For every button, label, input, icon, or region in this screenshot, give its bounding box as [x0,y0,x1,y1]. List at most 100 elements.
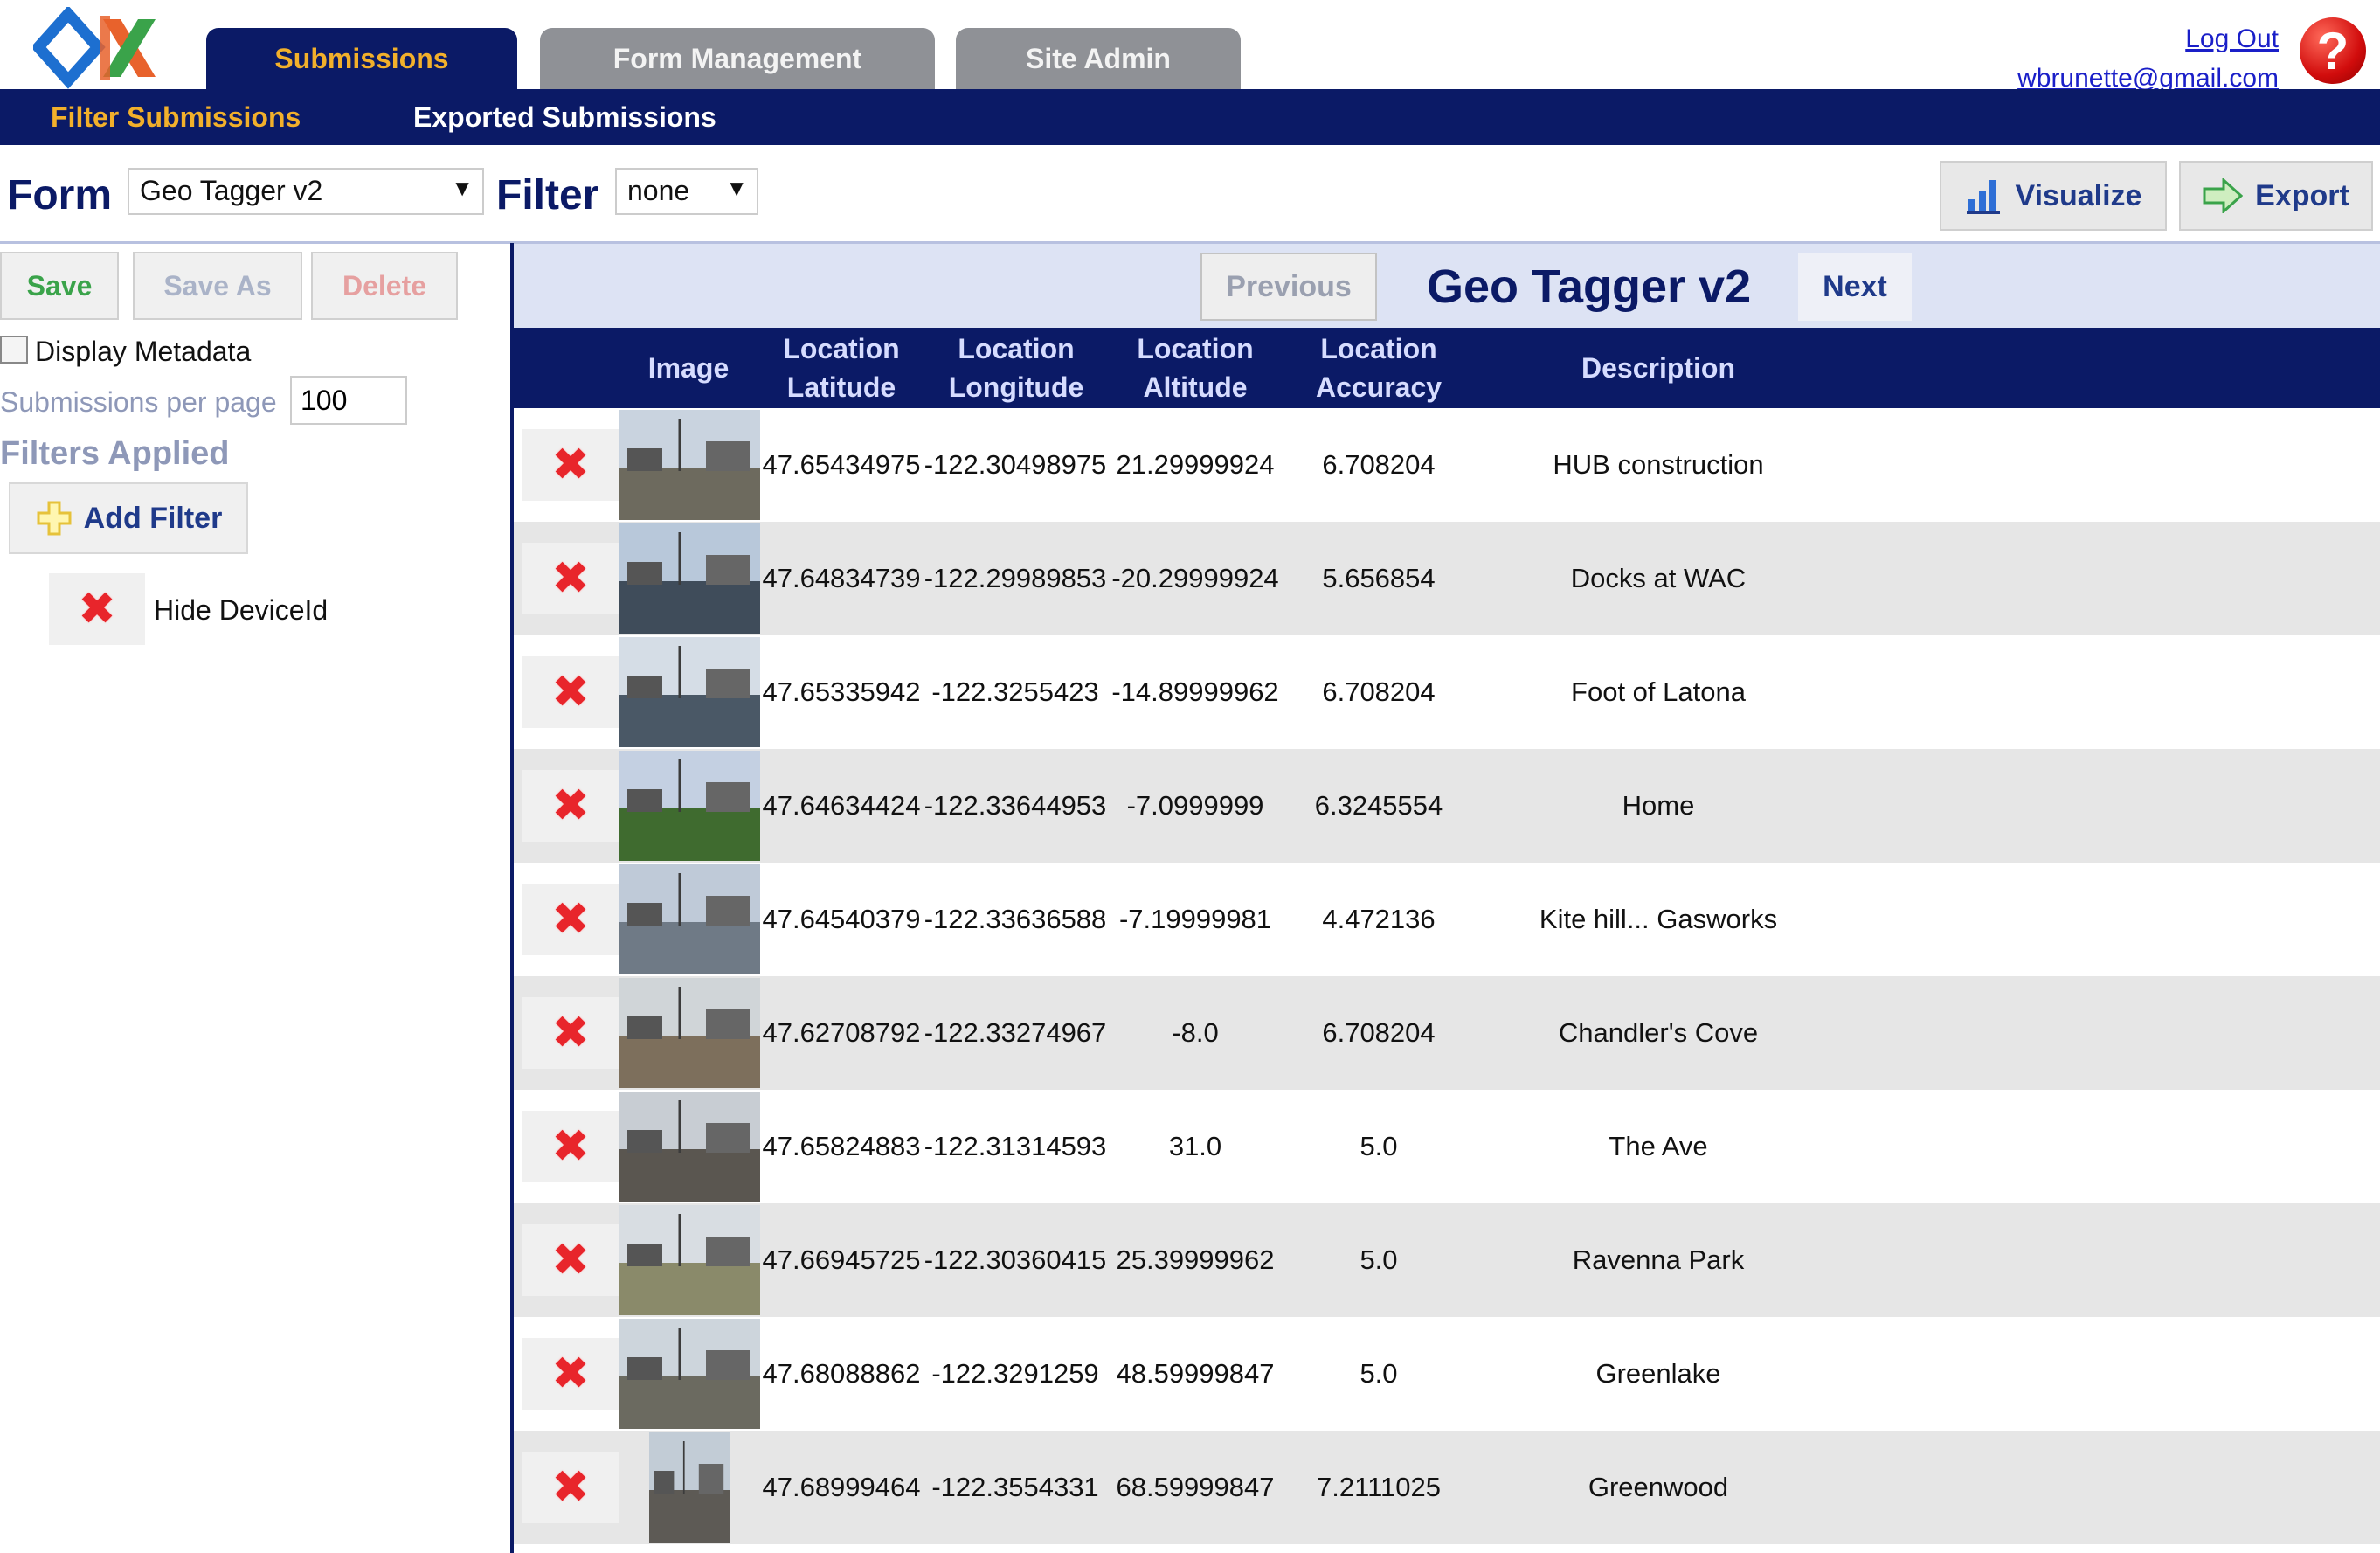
photo-thumbnail[interactable] [619,1205,760,1315]
cell-altitude: 48.59999847 [1116,1358,1275,1389]
red-x-icon: ✖ [551,1121,590,1172]
save-button[interactable]: Save [0,252,119,320]
page-title: Geo Tagger v2 [1427,260,1752,313]
red-x-icon: ✖ [551,553,590,604]
cell-accuracy: 7.2111025 [1317,1472,1441,1502]
table-row: ✖ 47.65824883 -122.31314593 31.0 5.0 The Ave [514,1090,2380,1203]
cell-accuracy: 4.472136 [1322,904,1436,934]
add-filter-button[interactable]: Add Filter [9,482,248,554]
cell-longitude: -122.33644953 [924,790,1107,821]
delete-row-button[interactable]: ✖ [522,884,619,955]
plus-icon [37,501,72,536]
delete-row-button[interactable]: ✖ [522,1452,619,1523]
photo-thumbnail[interactable] [619,1319,760,1429]
delete-row-button[interactable]: ✖ [522,1338,619,1410]
cell-longitude: -122.30360415 [924,1244,1107,1275]
arrow-right-icon [2203,178,2244,213]
sub-navigation: Filter Submissions Exported Submissions [0,89,2380,145]
table-row: ✖ 47.65335942 -122.3255423 -14.89999962 6.70… [514,635,2380,749]
table-row: ✖ 47.68088862 -122.3291259 48.59999847 5.0 Gr… [514,1317,2380,1431]
cell-accuracy: 5.0 [1360,1358,1398,1389]
table-row: ✖ 47.64634424 -122.33644953 -7.0999999 6.324… [514,749,2380,863]
photo-thumbnail[interactable] [619,864,760,974]
cell-description: Home [1622,790,1695,821]
cell-latitude: 47.68088862 [762,1358,921,1389]
photo-thumbnail[interactable] [619,523,760,634]
submissions-title-bar: Previous Geo Tagger v2 Next [514,244,2380,328]
tab-submissions[interactable]: Submissions [206,28,517,89]
cell-latitude: 47.64834739 [762,563,921,593]
table-row: ✖ 47.68999464 -122.3554331 68.59999847 7.211… [514,1431,2380,1544]
photo-thumbnail[interactable] [619,751,760,861]
column-header-altitude: Location Altitude [1137,333,1254,403]
photo-thumbnail[interactable] [649,1432,730,1543]
cell-altitude: -20.29999924 [1111,563,1279,593]
cell-description: Greenwood [1588,1472,1729,1502]
dropdown-arrow-icon: ▼ [725,175,748,201]
cell-altitude: 21.29999924 [1116,449,1275,480]
cell-description: Greenlake [1595,1358,1721,1389]
display-metadata-checkbox[interactable] [0,336,28,364]
form-select[interactable]: Geo Tagger v2 ▼ [128,168,484,215]
save-as-button[interactable]: Save As [133,252,302,320]
per-page-input[interactable] [290,376,407,425]
delete-row-button[interactable]: ✖ [522,543,619,614]
cell-latitude: 47.65434975 [762,449,921,480]
delete-row-button[interactable]: ✖ [522,656,619,728]
cell-longitude: -122.30498975 [924,449,1107,480]
tab-site-admin[interactable]: Site Admin [956,28,1241,89]
cell-altitude: -14.89999962 [1111,676,1279,707]
cell-description: Docks at WAC [1570,563,1747,593]
delete-row-button[interactable]: ✖ [522,1111,619,1182]
table-row: ✖ 47.66945725 -122.30360415 25.39999962 5.0 R… [514,1203,2380,1317]
cell-accuracy: 5.656854 [1322,563,1436,593]
cell-latitude: 47.66945725 [762,1244,921,1275]
column-header-longitude: Location Longitude [948,333,1084,403]
delete-row-button[interactable]: ✖ [522,1224,619,1296]
red-x-icon: ✖ [551,440,590,490]
previous-button[interactable]: Previous [1200,253,1377,321]
photo-thumbnail[interactable] [619,1092,760,1202]
photo-thumbnail[interactable] [619,978,760,1088]
delete-row-button[interactable]: ✖ [522,997,619,1069]
photo-thumbnail[interactable] [619,410,760,520]
cell-altitude: 68.59999847 [1116,1472,1275,1502]
table-row: ✖ 47.62708792 -122.33274967 -8.0 6.708204 Cha… [514,976,2380,1090]
filter-select[interactable]: none ▼ [615,168,758,215]
delete-button[interactable]: Delete [311,252,458,320]
cell-accuracy: 6.3245554 [1314,790,1443,821]
subnav-filter-submissions[interactable]: Filter Submissions [51,101,301,134]
cell-latitude: 47.68999464 [762,1472,921,1502]
photo-thumbnail[interactable] [619,637,760,747]
cell-description: Kite hill... Gasworks [1539,904,1778,934]
cell-latitude: 47.62708792 [762,1017,921,1048]
table-row: ✖ 47.64834739 -122.29989853 -20.29999924 5.6… [514,522,2380,635]
table-row: ✖ 47.64540379 -122.33636588 -7.19999981 4.47… [514,863,2380,976]
table-header: Image Location Latitude Location Longitu… [514,328,2380,408]
cell-accuracy: 6.708204 [1322,1017,1436,1048]
export-label: Export [2255,178,2349,212]
cell-altitude: 31.0 [1168,1131,1222,1161]
logout-link[interactable]: Log Out [2017,19,2279,59]
form-selection-bar: Form Geo Tagger v2 ▼ Filter none ▼ Visua… [0,145,2380,243]
delete-row-button[interactable]: ✖ [522,770,619,842]
tab-form-management[interactable]: Form Management [540,28,935,89]
delete-row-button[interactable]: ✖ [522,429,619,501]
cell-altitude: -7.0999999 [1126,790,1264,821]
remove-filter-button[interactable]: ✖ [49,573,145,645]
cell-description: Foot of Latona [1571,676,1746,707]
cell-altitude: 25.39999962 [1116,1244,1275,1275]
cell-accuracy: 6.708204 [1322,676,1436,707]
cell-longitude: -122.31314593 [924,1131,1107,1161]
cell-description: HUB construction [1553,449,1764,480]
cell-altitude: -7.19999981 [1118,904,1272,934]
visualize-button[interactable]: Visualize [1940,161,2167,231]
export-button[interactable]: Export [2179,161,2373,231]
help-icon[interactable]: ? [2300,17,2366,84]
cell-latitude: 47.64634424 [762,790,921,821]
next-button[interactable]: Next [1798,253,1912,321]
user-box: Log Out wbrunette@gmail.com [2017,19,2279,98]
red-x-icon: ✖ [551,894,590,945]
form-select-value: Geo Tagger v2 [140,175,323,206]
subnav-exported-submissions[interactable]: Exported Submissions [413,101,716,134]
